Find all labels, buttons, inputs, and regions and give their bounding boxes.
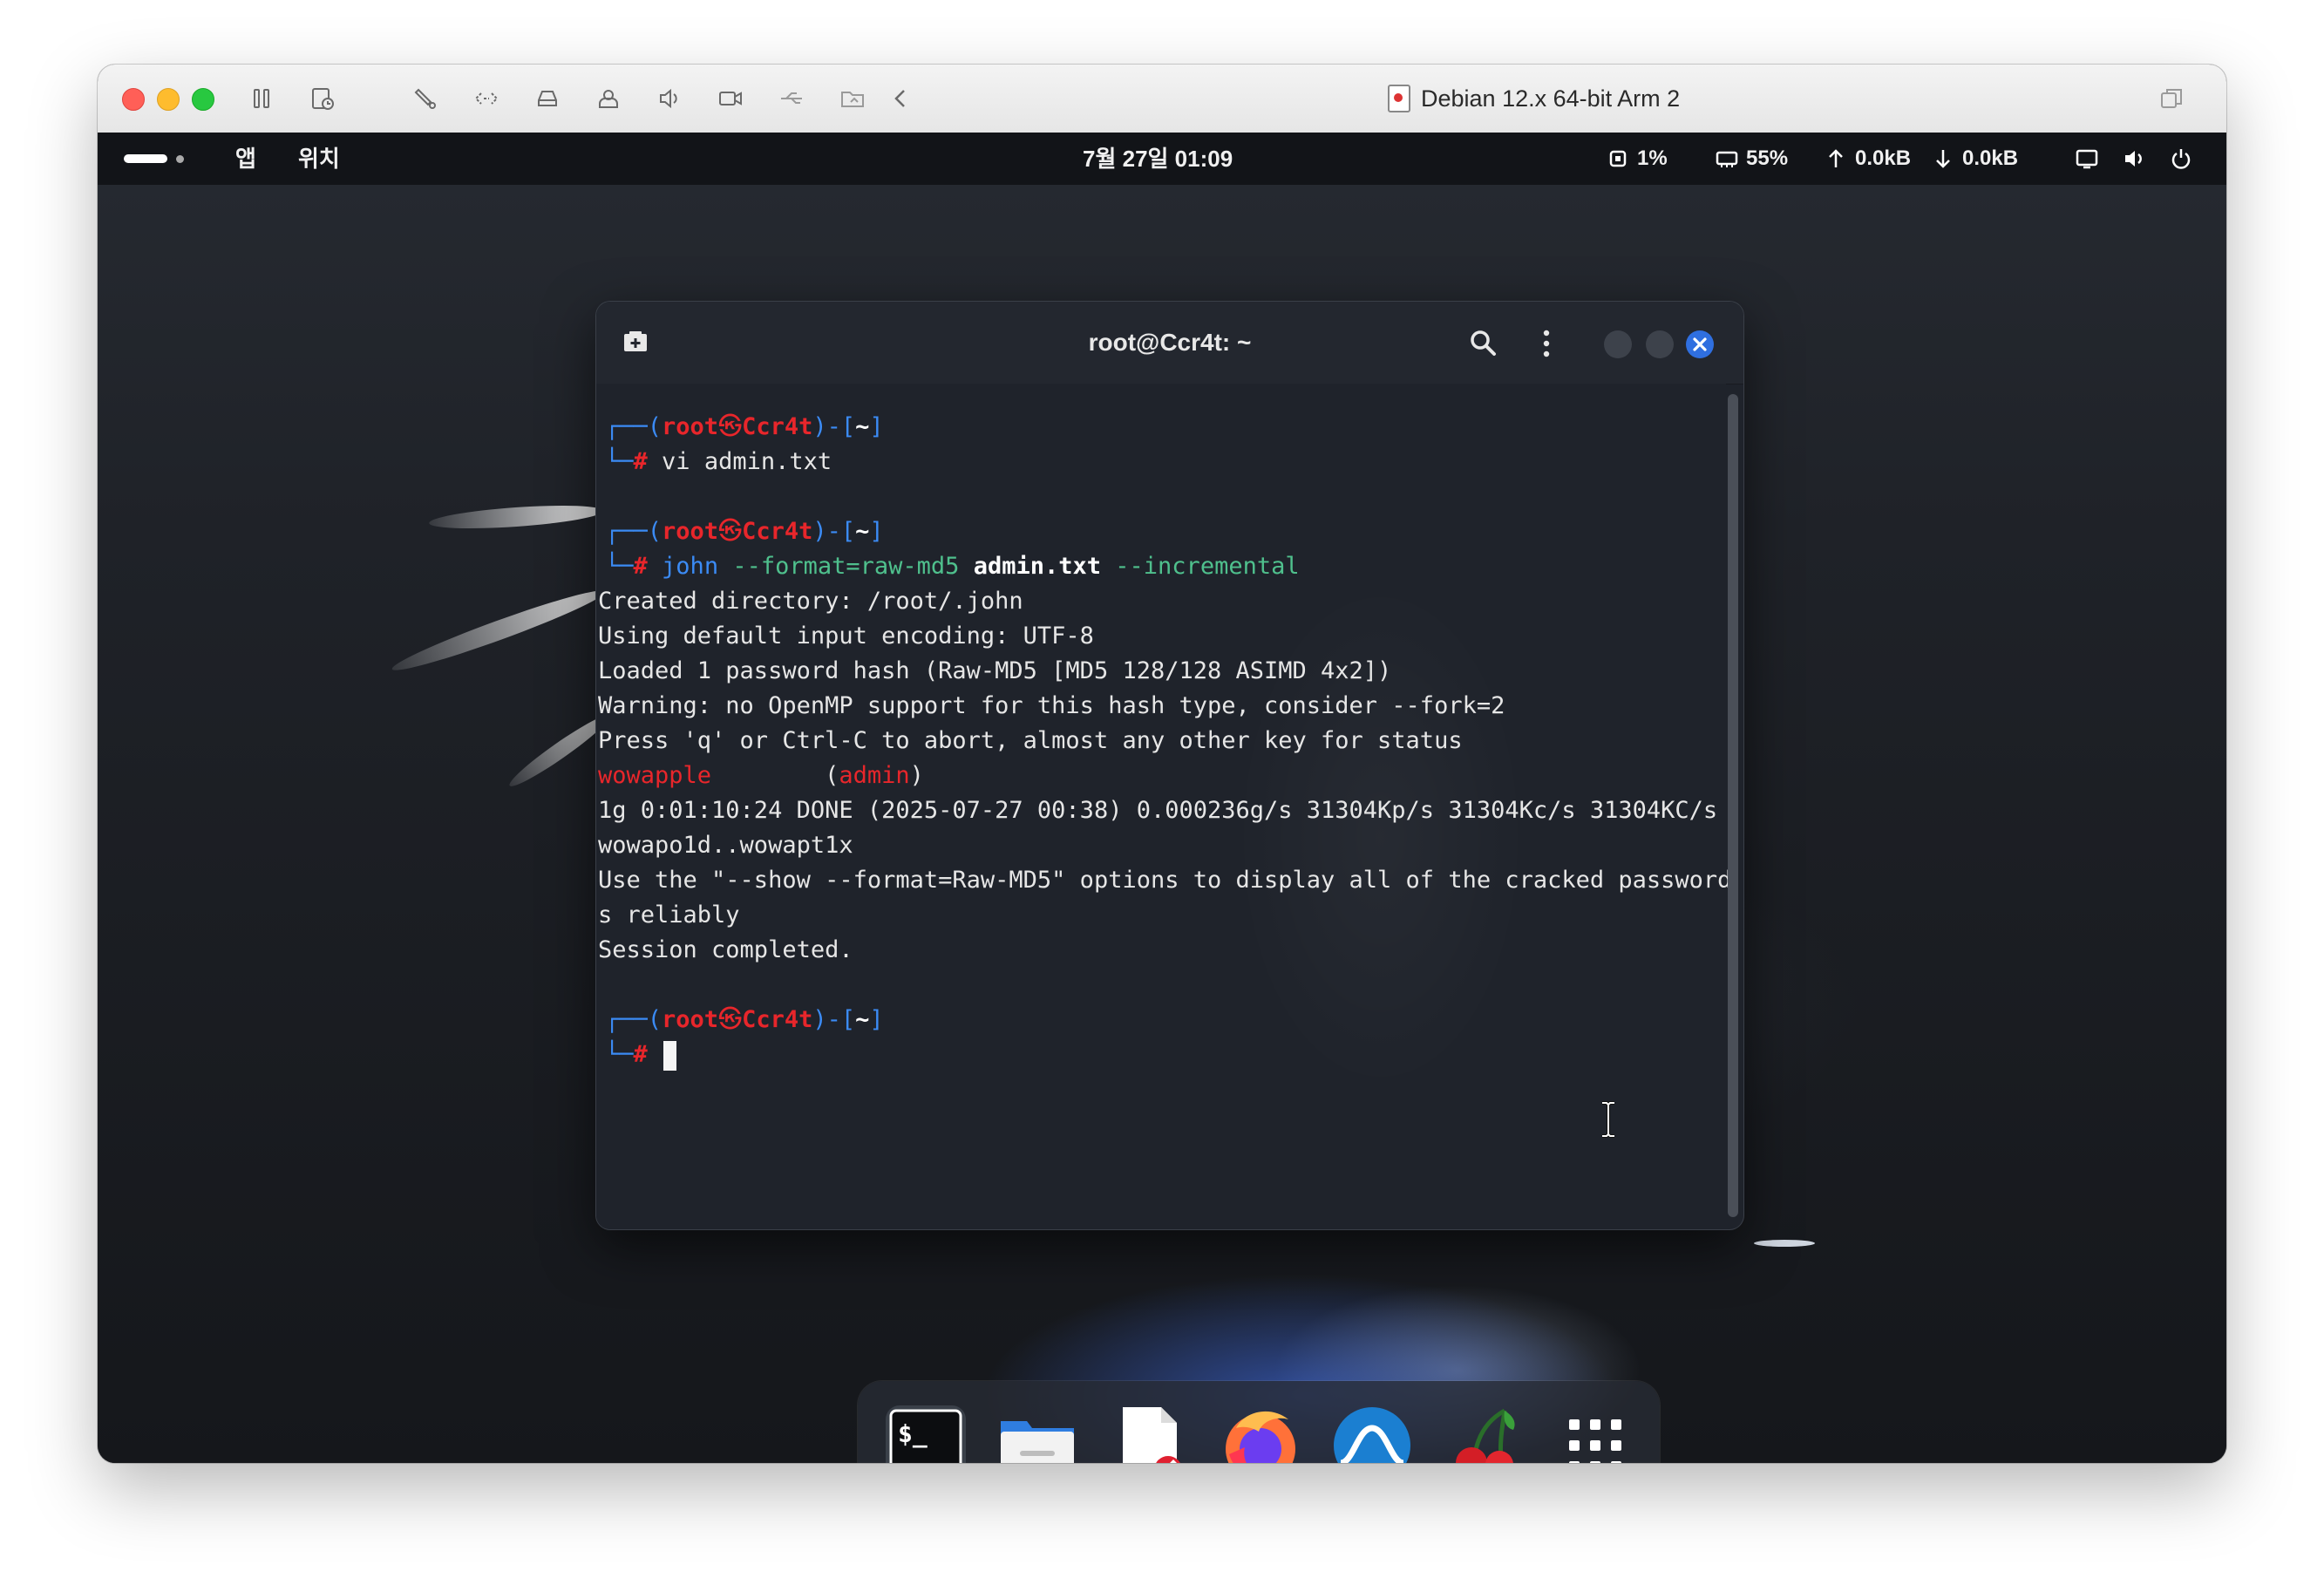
output-line: s reliably	[598, 901, 740, 929]
vm-title-text: Debian 12.x 64-bit Arm 2	[1421, 85, 1681, 112]
minimize-terminal-button[interactable]	[1604, 330, 1632, 358]
disk-icon[interactable]	[533, 82, 561, 115]
user-icon[interactable]	[595, 82, 622, 115]
folder-icon[interactable]	[994, 1402, 1081, 1463]
upload-indicator[interactable]: 0.0kB	[1824, 133, 1911, 185]
maximize-terminal-button[interactable]	[1646, 330, 1674, 358]
places-menu[interactable]: 위치	[298, 133, 340, 185]
vm-window: Debian 12.x 64-bit Arm 2 앱 위치 7월 27일 01:…	[98, 65, 2226, 1463]
power-icon[interactable]	[2169, 146, 2193, 171]
show-apps-grid-icon[interactable]	[1552, 1402, 1639, 1463]
memory-value: 55%	[1746, 146, 1789, 170]
cpu-value: 1%	[1637, 146, 1668, 170]
snapshot-icon[interactable]	[309, 82, 336, 115]
upload-value: 0.0kB	[1855, 146, 1912, 170]
shared-folder-icon[interactable]	[839, 82, 866, 115]
kebab-menu-icon[interactable]	[1538, 328, 1555, 359]
close-window-button[interactable]	[122, 88, 145, 111]
svg-text:$_: $_	[898, 1419, 928, 1448]
vm-document-icon	[1388, 85, 1410, 112]
output-line: Created directory: /root/.john	[598, 588, 1023, 615]
text-editor-icon[interactable]	[1105, 1402, 1193, 1463]
active-prompt-line[interactable]: └─#	[605, 1038, 677, 1072]
download-value: 0.0kB	[1962, 146, 2019, 170]
text-cursor	[663, 1040, 677, 1071]
prompt-line: ┌──(root㉿Ccr4t)-[~]	[605, 1006, 884, 1033]
terminal-window[interactable]: root@Ccr4t: ~ ┌──(root㉿Ccr4t)-[~] └─# vi…	[596, 302, 1743, 1229]
terminal-header-bar[interactable]: root@Ccr4t: ~	[596, 302, 1743, 384]
restore-window-icon[interactable]	[2158, 85, 2185, 112]
command-line: └─# john --format=raw-md5 admin.txt --in…	[605, 553, 1300, 580]
prompt-line: ┌──(root㉿Ccr4t)-[~]	[605, 518, 884, 545]
ibeam-cursor-icon	[1602, 1101, 1614, 1138]
cracked-user: admin	[839, 762, 910, 789]
output-line: Press 'q' or Ctrl-C to abort, almost any…	[598, 727, 1463, 754]
cpu-indicator[interactable]: 1%	[1606, 133, 1668, 185]
wireshark-icon[interactable]	[1328, 1402, 1416, 1463]
command-vi: vi admin.txt	[662, 448, 832, 475]
cracked-password-line: wowapple (admin)	[598, 762, 924, 789]
download-arrow-icon	[1936, 150, 1950, 168]
memory-indicator[interactable]: 55%	[1715, 133, 1788, 185]
apps-menu[interactable]: 앱	[235, 133, 256, 185]
pause-icon[interactable]	[248, 82, 275, 115]
download-indicator[interactable]: 0.0kB	[1931, 133, 2018, 185]
command-john: john	[662, 553, 719, 580]
close-terminal-button[interactable]	[1686, 330, 1714, 358]
dock: $_	[858, 1381, 1660, 1463]
wallpaper-stroke	[389, 582, 608, 678]
workspace-indicator[interactable]	[124, 154, 167, 163]
gnome-top-bar: 앱 위치 7월 27일 01:09 1% 55% 0.0kB 0.0kB	[98, 133, 2226, 185]
search-icon[interactable]	[1468, 328, 1498, 357]
cracked-password: wowapple	[598, 762, 712, 789]
vm-titlebar: Debian 12.x 64-bit Arm 2	[98, 65, 2226, 133]
usb-icon[interactable]	[778, 82, 805, 115]
upload-arrow-icon	[1829, 149, 1843, 167]
volume-icon[interactable]	[2122, 146, 2146, 171]
workspace-dot[interactable]	[176, 155, 184, 163]
display-icon[interactable]	[2075, 146, 2099, 171]
close-icon	[1693, 337, 1707, 351]
camera-icon[interactable]	[717, 82, 744, 115]
terminal-app-icon[interactable]: $_	[882, 1402, 969, 1463]
output-line: Warning: no OpenMP support for this hash…	[598, 692, 1505, 719]
prompt-line: ┌──(root㉿Ccr4t)-[~]	[605, 413, 884, 440]
chevron-left-icon[interactable]	[887, 82, 914, 115]
wallpaper-stroke	[428, 501, 604, 533]
command-line: └─# vi admin.txt	[605, 448, 832, 475]
memory-icon	[1716, 151, 1738, 167]
zoom-window-button[interactable]	[192, 88, 214, 111]
output-line: 1g 0:01:10:24 DONE (2025-07-27 00:38) 0.…	[598, 797, 1718, 824]
terminal-output[interactable]: ┌──(root㉿Ccr4t)-[~] └─# vi admin.txt ┌──…	[596, 384, 1731, 1229]
output-line: Use the "--show --format=Raw-MD5" option…	[598, 867, 1732, 894]
cpu-icon	[1609, 150, 1627, 167]
minimize-window-button[interactable]	[157, 88, 180, 111]
output-line: Loaded 1 password hash (Raw-MD5 [MD5 128…	[598, 657, 1392, 684]
terminal-scrollbar[interactable]	[1728, 394, 1738, 1217]
vm-title: Debian 12.x 64-bit Arm 2	[1388, 82, 1680, 115]
speaker-icon[interactable]	[656, 82, 683, 115]
output-line: Using default input encoding: UTF-8	[598, 623, 1094, 650]
wrench-icon[interactable]	[411, 82, 439, 115]
output-line: Session completed.	[598, 936, 853, 963]
firefox-icon[interactable]	[1217, 1402, 1304, 1463]
terminal-title: root@Ccr4t: ~	[1088, 329, 1252, 356]
code-icon[interactable]	[472, 82, 500, 115]
output-line: wowapo1d..wowapt1x	[598, 832, 853, 859]
wallpaper-stroke	[1754, 1240, 1815, 1247]
cherry-icon[interactable]	[1440, 1402, 1527, 1463]
clock[interactable]: 7월 27일 01:09	[1083, 133, 1233, 185]
